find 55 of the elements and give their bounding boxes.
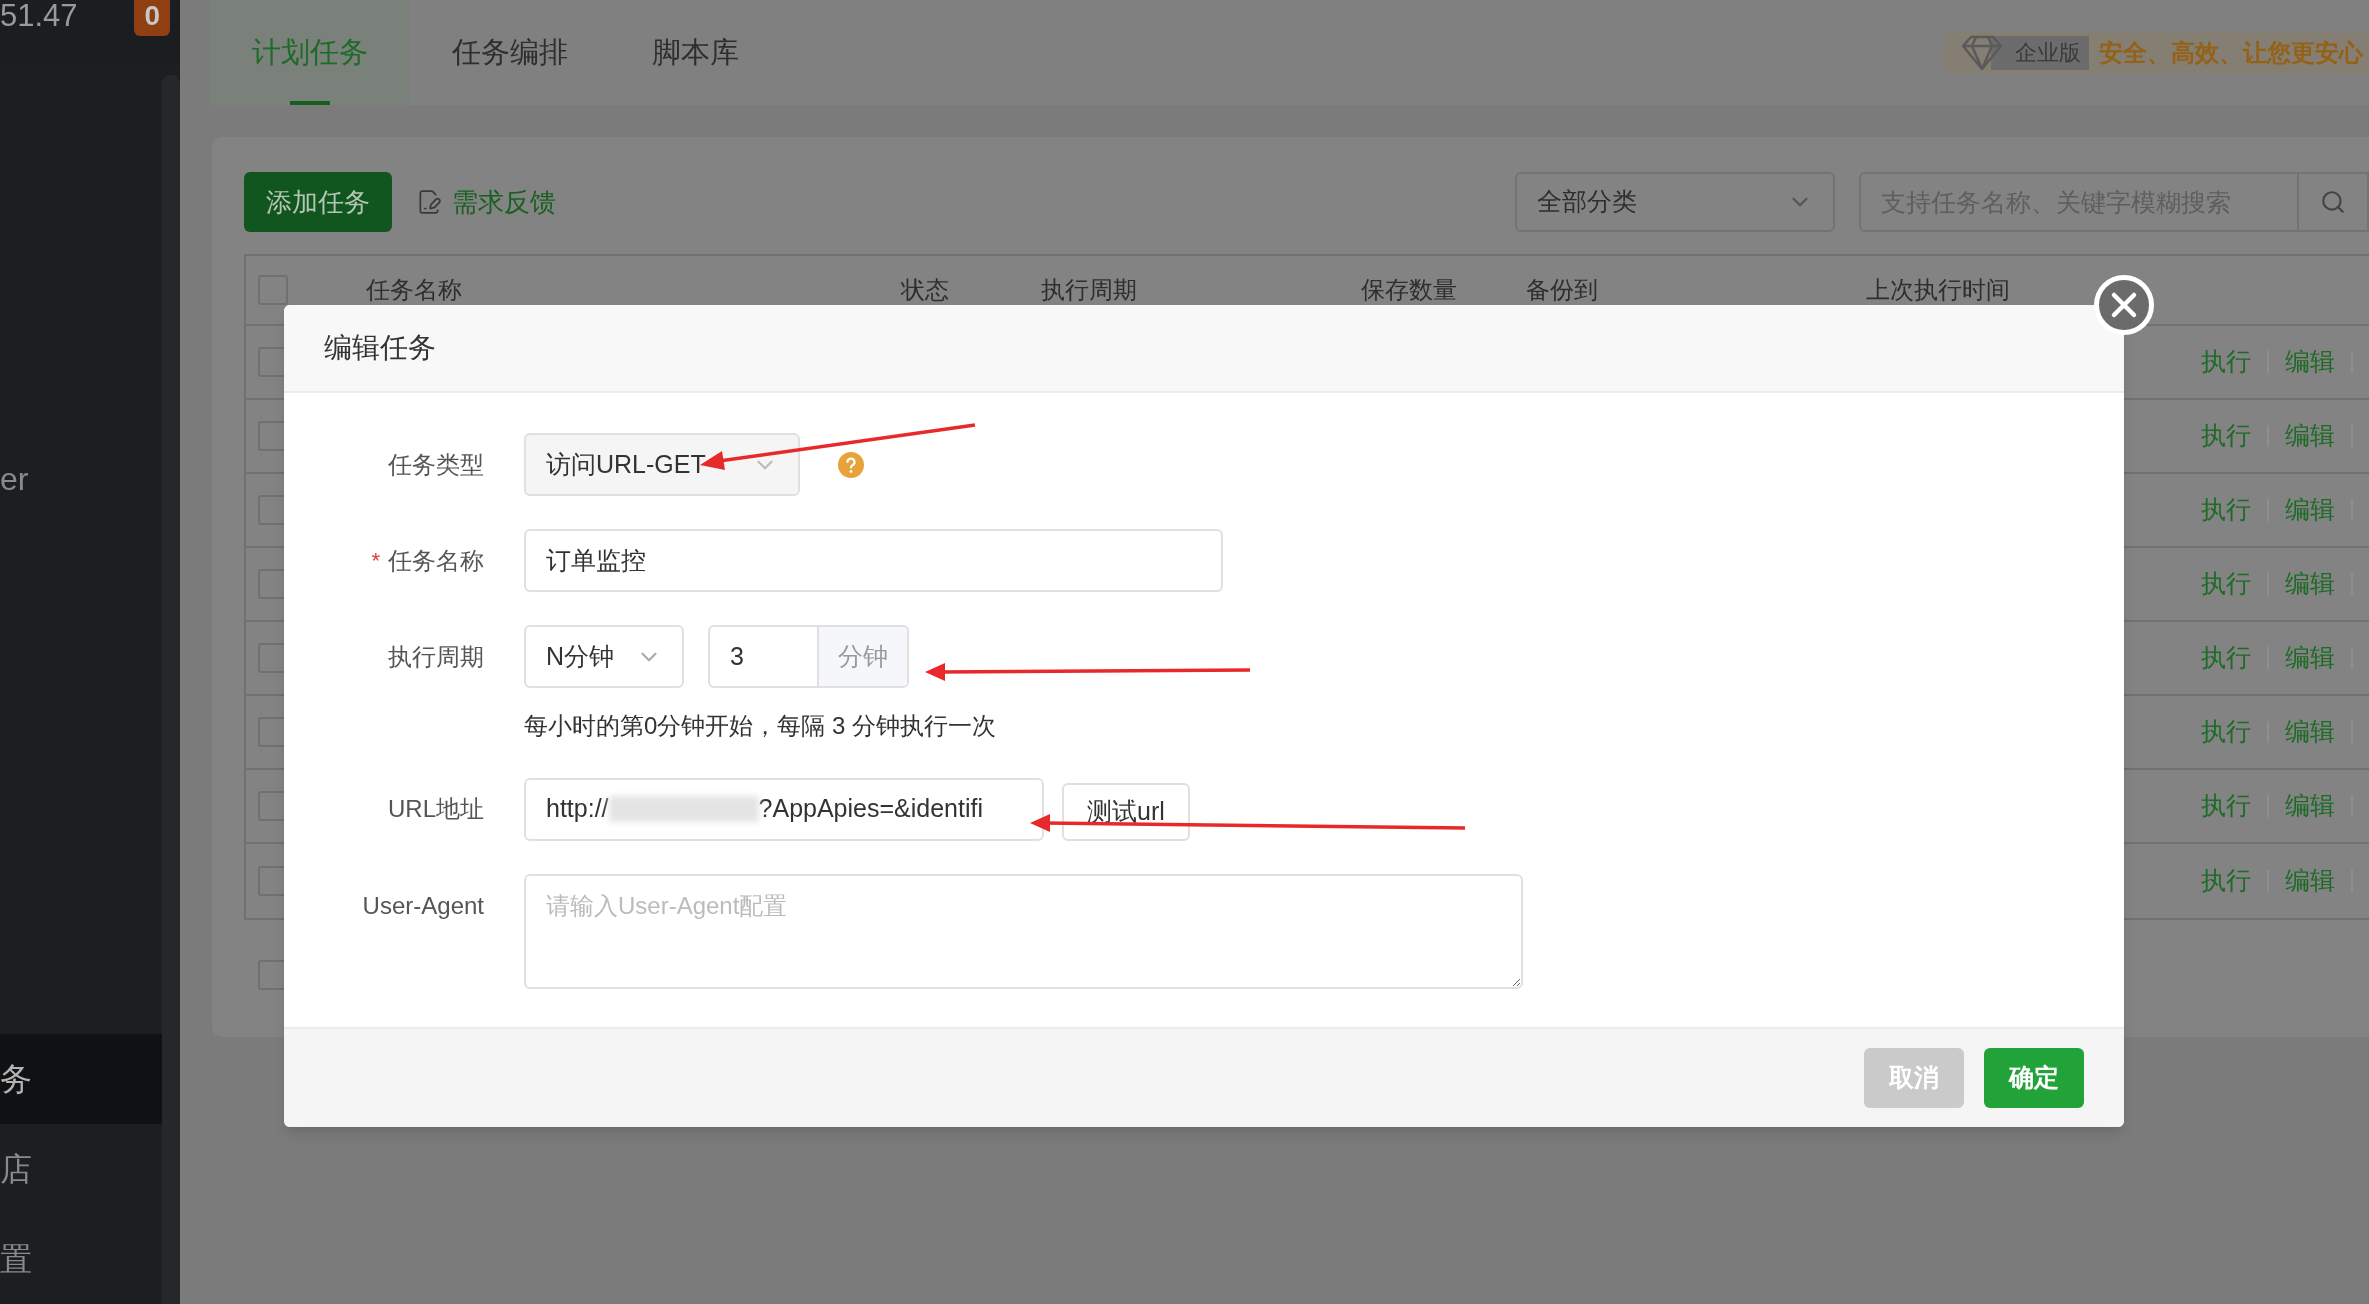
period-unit-select[interactable]: N分钟	[524, 625, 684, 688]
sidebar-item[interactable]: 店	[0, 1124, 162, 1214]
host-text: 51.47	[0, 0, 78, 35]
checkbox[interactable]	[258, 275, 288, 305]
row-action-link[interactable]: 编辑	[2285, 417, 2335, 455]
confirm-button[interactable]: 确定	[1984, 1048, 2084, 1108]
field-label: 任务名称	[388, 545, 484, 576]
row-action-link[interactable]: 执行	[2201, 491, 2251, 529]
field-label: URL地址	[388, 794, 484, 824]
field-label: 任务类型	[388, 449, 484, 480]
dialog-title: 编辑任务	[324, 331, 436, 365]
column-header: 保存数量	[1361, 275, 1457, 305]
task-type-select[interactable]: 访问URL-GET	[524, 433, 800, 496]
row-action-link[interactable]: 执行	[2201, 565, 2251, 603]
row-action-link[interactable]: 执行	[2201, 787, 2251, 825]
required-mark: *	[371, 547, 380, 575]
user-agent-textarea[interactable]: 请输入User-Agent配置	[524, 874, 1523, 989]
field-label: 执行周期	[388, 641, 484, 672]
url-input[interactable]: http:// ?AppApies=&identifi	[524, 777, 1044, 841]
row-action-link[interactable]: 编辑	[2285, 639, 2335, 677]
row-action-link[interactable]: 执行	[2201, 862, 2251, 900]
row-action-link[interactable]: 执行	[2201, 639, 2251, 677]
row-action-link[interactable]: 编辑	[2285, 565, 2335, 603]
task-name-input[interactable]: 订单监控	[524, 529, 1223, 592]
tab[interactable]: 脚本库	[610, 0, 781, 105]
row-action-link[interactable]: 编辑	[2285, 787, 2335, 825]
field-label: User-Agent	[362, 890, 484, 921]
diamond-icon	[1961, 34, 2003, 71]
count-badge: 0	[134, 0, 170, 36]
column-header: 执行周期	[1041, 275, 1137, 305]
category-select[interactable]: 全部分类	[1515, 172, 1835, 232]
feedback-link[interactable]: 需求反馈	[452, 182, 556, 222]
search-icon	[2320, 189, 2346, 215]
row-action-link[interactable]: 编辑	[2285, 713, 2335, 751]
sidebar-item[interactable]: er	[0, 434, 162, 524]
slogan-text: 安全、高效、让您更安心	[2099, 37, 2363, 68]
period-hint: 每小时的第0分钟开始，每隔 3 分钟执行一次	[524, 712, 997, 739]
add-task-button[interactable]: 添加任务	[244, 172, 392, 232]
column-header: 上次执行时间	[1866, 275, 2010, 305]
column-header: 任务名称	[366, 275, 462, 305]
test-url-button[interactable]: 测试url	[1062, 783, 1190, 841]
row-action-link[interactable]: 执行	[2201, 343, 2251, 381]
column-header: 状态	[901, 275, 949, 305]
column-header: 备份到	[1526, 275, 1598, 305]
feedback-icon	[416, 189, 442, 215]
tab[interactable]: 计划任务	[210, 0, 410, 105]
row-action-link[interactable]: 编辑	[2285, 862, 2335, 900]
row-action-link[interactable]: 执行	[2201, 713, 2251, 751]
row-action-link[interactable]: 执行	[2201, 417, 2251, 455]
sidebar-item[interactable]: 务	[0, 1034, 162, 1124]
tab-underline	[290, 101, 330, 105]
row-action-link[interactable]: 编辑	[2285, 343, 2335, 381]
sidebar-item[interactable]: 置	[0, 1214, 162, 1304]
row-action-link[interactable]: 编辑	[2285, 491, 2335, 529]
tab[interactable]: 任务编排	[410, 0, 610, 105]
